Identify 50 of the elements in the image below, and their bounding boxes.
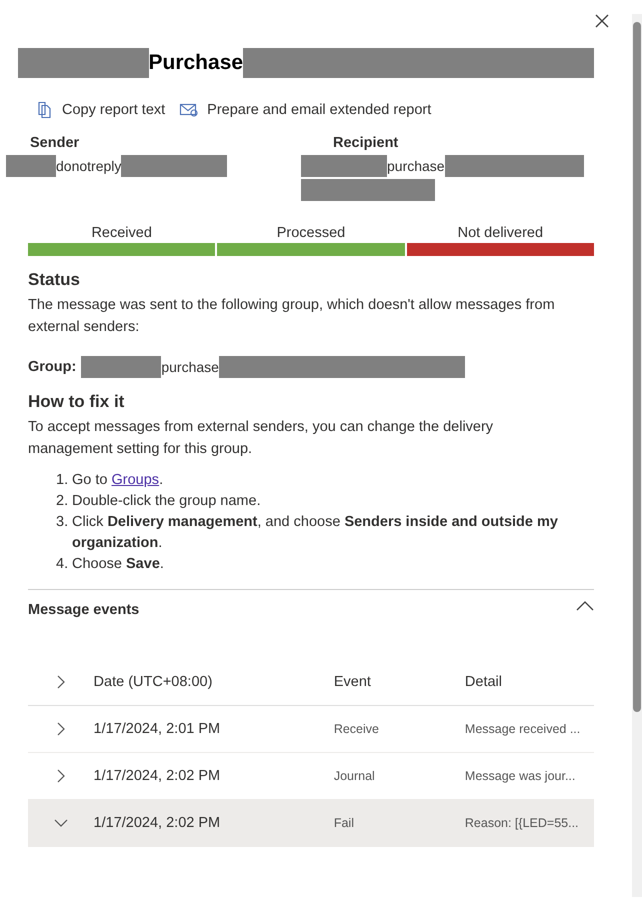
step-text: Click Delivery management, and choose Senders inside and outside my organization. bbox=[72, 513, 559, 553]
section-heading: Status bbox=[28, 270, 81, 290]
fix-text: To accept messages from external senders, you can change the delivery management setting for this group. bbox=[28, 418, 494, 459]
section-heading: How to fix it bbox=[28, 392, 126, 412]
stage-label: Processed bbox=[276, 225, 346, 241]
table-cell-text: Message received ... bbox=[464, 722, 582, 736]
table-cell-text: Journal bbox=[334, 769, 376, 783]
step-number: 2. bbox=[56, 492, 70, 511]
redaction-block bbox=[6, 155, 56, 177]
recipient-label: Recipient bbox=[333, 135, 400, 151]
expand-icon[interactable] bbox=[56, 769, 66, 783]
report-title: Purchase bbox=[148, 51, 244, 75]
step-number: 3. bbox=[56, 513, 70, 532]
step-number: 1. bbox=[56, 471, 70, 490]
event-row[interactable]: 1/17/2024, 2:02 PM Fail Reason: [{LED=55... bbox=[28, 800, 594, 847]
expand-icon[interactable] bbox=[56, 674, 66, 688]
table-cell-text: Fail bbox=[334, 816, 355, 830]
scrollbar-thumb[interactable] bbox=[633, 22, 641, 712]
table-cell-text: 1/17/2024, 2:02 PM bbox=[94, 768, 222, 784]
status-text: The message was sent to the following group, which doesn't allow messages from external senders: bbox=[28, 296, 556, 337]
column-header: Date (UTC+08:00) bbox=[94, 674, 214, 690]
scrollbar[interactable] bbox=[632, 14, 642, 897]
expand-icon[interactable] bbox=[56, 722, 66, 736]
stage-label: Not delivered bbox=[458, 225, 544, 241]
step-text: Choose Save. bbox=[72, 555, 165, 574]
table-cell-text: Message was jour... bbox=[464, 769, 576, 783]
action-link[interactable]: Prepare and email extended report bbox=[179, 101, 432, 119]
group-address: purchase bbox=[161, 359, 219, 375]
table-cell-text: 1/17/2024, 2:01 PM bbox=[94, 721, 222, 737]
stage-label: Received bbox=[91, 225, 152, 241]
table-cell-text: Receive bbox=[334, 722, 380, 736]
sender-address: donotreply bbox=[56, 158, 122, 174]
section-heading: Message events bbox=[28, 602, 140, 618]
envelope-icon bbox=[179, 101, 200, 119]
sender-label: Sender bbox=[30, 135, 80, 151]
step-text: Go to Groups. bbox=[72, 471, 164, 490]
recipient-address: purchase bbox=[387, 158, 445, 174]
groups-link[interactable]: Groups bbox=[112, 472, 160, 488]
step-number: 4. bbox=[56, 555, 70, 574]
step-text: Double-click the group name. bbox=[72, 492, 262, 511]
column-header: Event bbox=[334, 674, 372, 690]
collapse-icon[interactable] bbox=[54, 818, 68, 828]
collapse-icon[interactable] bbox=[576, 600, 594, 612]
action-link[interactable]: Copy report text bbox=[36, 101, 166, 119]
column-header: Detail bbox=[464, 674, 503, 690]
table-cell-text: Reason: [{LED=55... bbox=[464, 816, 580, 830]
close-icon[interactable] bbox=[594, 13, 610, 29]
table-cell-text: 1/17/2024, 2:02 PM bbox=[94, 815, 222, 831]
event-row[interactable]: 1/17/2024, 2:01 PM Receive Message received ... bbox=[28, 706, 594, 753]
group-label: Group: bbox=[28, 359, 76, 375]
